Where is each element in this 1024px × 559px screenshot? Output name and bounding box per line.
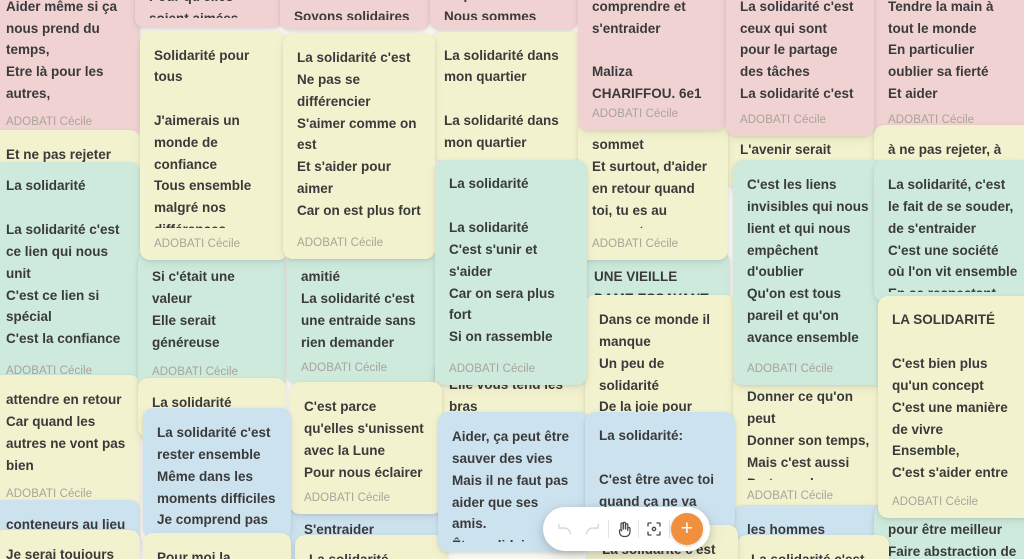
note-title: La solidarité xyxy=(6,178,86,193)
note-title: LA SOLIDARITÉ xyxy=(892,312,995,327)
note-body: handicapées Pour qu'elles soient aimées xyxy=(149,0,269,18)
note-body: c'est s'aimer c'est se comprendre et s'e… xyxy=(592,0,702,98)
note-author: ADOBATI Cécile xyxy=(154,238,241,250)
note-card[interactable]: dans les moments difficiles Tendre la ma… xyxy=(874,0,1024,136)
note-author: ADOBATI Cécile xyxy=(892,496,979,508)
note-body: amitié La solidarité c'est une entraide … xyxy=(301,269,416,350)
note-author: ADOBATI Cécile xyxy=(152,366,239,378)
note-author: ADOBATI Cécile xyxy=(297,237,384,249)
note-card[interactable]: sommet Et surtout, d'aider en retour qua… xyxy=(578,120,728,260)
toolbar-divider xyxy=(669,520,671,538)
note-card[interactable]: La solidarité xyxy=(295,535,447,559)
note-body: mieux se connaître Soyons solidaires pou… xyxy=(294,0,410,20)
note-card[interactable]: Dans ce monde il manque Un peu de solida… xyxy=(585,295,735,423)
note-body: mais la solidarité ne peut se briser. No… xyxy=(444,0,555,20)
note-author: ADOBATI Cécile xyxy=(449,363,536,375)
note-title: Solidarité pour tous xyxy=(154,48,254,84)
redo-icon[interactable] xyxy=(579,515,607,543)
note-body: Pour moi la solidarité xyxy=(157,550,231,559)
note-body: Dans ce monde il manque Un peu de solida… xyxy=(599,312,711,413)
note-body: La solidarité, c'est le fait de se soude… xyxy=(888,177,1018,292)
note-card[interactable]: C'est parce qu'elles s'unissent avec la … xyxy=(290,382,442,514)
note-body: C'est les liens invisibles qui nous lien… xyxy=(747,177,869,353)
note-body: sommet Et surtout, d'aider en retour qua… xyxy=(592,137,707,228)
note-author: ADOBATI Cécile xyxy=(304,492,391,504)
canvas-toolbar[interactable]: + xyxy=(543,507,710,551)
note-card[interactable]: LA SOLIDARITÉ C'est bien plus qu'un conc… xyxy=(878,296,1024,518)
note-body: La solidarité c'est ce lien qui nous uni… xyxy=(6,221,121,355)
note-card[interactable]: amitié La solidarité c'est une entraide … xyxy=(287,252,439,384)
note-body: J'aimerais un monde de confiance Tous en… xyxy=(154,112,252,228)
padlet-canvas[interactable]: Balayer la haine et la misère, Aider mêm… xyxy=(0,0,1024,559)
note-body: Je serai toujours là pour toi xyxy=(6,547,115,559)
note-card[interactable]: C'est les liens invisibles qui nous lien… xyxy=(733,160,885,385)
note-card[interactable]: mieux se connaître Soyons solidaires pou… xyxy=(280,0,430,30)
note-author: ADOBATI Cécile xyxy=(592,238,679,250)
note-body: l'éducation de toutes les nations La sol… xyxy=(740,0,854,102)
note-body: Si c'était une valeur Elle serait génére… xyxy=(152,269,235,350)
plus-icon: + xyxy=(680,516,694,540)
note-card[interactable]: La solidarité, c'est le fait de se soude… xyxy=(874,160,1024,302)
note-body: La solidarité dans mon quartier C'est so… xyxy=(444,112,559,150)
note-title: La solidarité: xyxy=(599,428,684,443)
note-card[interactable]: Si c'était une valeur Elle serait génére… xyxy=(138,252,286,388)
note-body: La solidarité C'est s'unir et s'aider Ca… xyxy=(449,219,555,353)
note-body: attendre en retour Car quand les autres … xyxy=(6,392,126,473)
note-title: La solidarité xyxy=(449,176,529,191)
note-author: ADOBATI Cécile xyxy=(740,114,827,126)
toolbar-divider xyxy=(638,520,640,538)
note-author: ADOBATI Cécile xyxy=(747,490,834,502)
note-card[interactable]: attendre en retour Car quand les autres … xyxy=(0,375,140,510)
note-card[interactable]: Balayer la haine et la misère, Aider mêm… xyxy=(0,0,140,138)
add-post-button[interactable]: + xyxy=(670,513,703,545)
note-card[interactable]: mais la solidarité ne peut se briser. No… xyxy=(430,0,578,30)
note-body: Donner ce qu'on peut Donner son temps, M… xyxy=(747,389,870,480)
note-card[interactable]: La solidarité La solidarité c'est ce lie… xyxy=(0,162,140,387)
hand-icon[interactable] xyxy=(610,515,638,543)
note-card[interactable]: La solidarité c'est Ne pas se différenci… xyxy=(283,33,435,259)
note-body: La solidarité c'est Ne pas se différenci… xyxy=(297,50,421,227)
note-body: C'est parce qu'elles s'unissent avec la … xyxy=(304,399,424,480)
note-body: pour être meilleur Faire abstraction de … xyxy=(888,522,1017,559)
note-body: La solidarité xyxy=(309,549,433,559)
note-author: ADOBATI Cécile xyxy=(6,116,93,128)
note-body: La solidarité c'est rester ensemble Même… xyxy=(157,425,276,528)
note-card[interactable]: La solidarité c'est rester ensemble Même… xyxy=(143,408,291,538)
undo-icon[interactable] xyxy=(550,515,578,543)
note-title: La solidarité dans mon quartier xyxy=(444,48,563,84)
note-card[interactable]: c'est s'aimer c'est se comprendre et s'e… xyxy=(578,0,726,130)
note-author: ADOBATI Cécile xyxy=(747,363,834,375)
note-body: C'est bien plus qu'un concept C'est une … xyxy=(892,355,1008,481)
note-author: ADOBATI Cécile xyxy=(6,488,93,500)
fit-to-screen-icon[interactable] xyxy=(640,515,668,543)
note-body: dans les moments difficiles Tendre la ma… xyxy=(888,0,994,102)
note-body: La solidarité c'est être xyxy=(751,549,875,559)
toolbar-divider xyxy=(607,520,609,538)
note-card[interactable]: Je serai toujours là pour toi xyxy=(0,530,140,559)
note-card[interactable]: La solidarité dans mon quartier La solid… xyxy=(430,32,582,160)
note-card[interactable]: Solidarité pour tous J'aimerais un monde… xyxy=(140,32,288,260)
note-author: ADOBATI Cécile xyxy=(592,108,679,120)
note-card[interactable]: Donner ce qu'on peut Donner son temps, M… xyxy=(733,372,885,512)
note-author: ADOBATI Cécile xyxy=(301,362,388,374)
note-card[interactable]: handicapées Pour qu'elles soient aimées xyxy=(135,0,283,28)
note-body: Balayer la haine et la misère, Aider mêm… xyxy=(6,0,118,102)
note-card[interactable]: l'éducation de toutes les nations La sol… xyxy=(726,0,874,136)
note-card[interactable]: La solidarité c'est être xyxy=(737,535,889,559)
note-card[interactable]: Pour moi la solidarité xyxy=(143,533,291,559)
note-card[interactable]: La solidarité La solidarité C'est s'unir… xyxy=(435,160,587,385)
